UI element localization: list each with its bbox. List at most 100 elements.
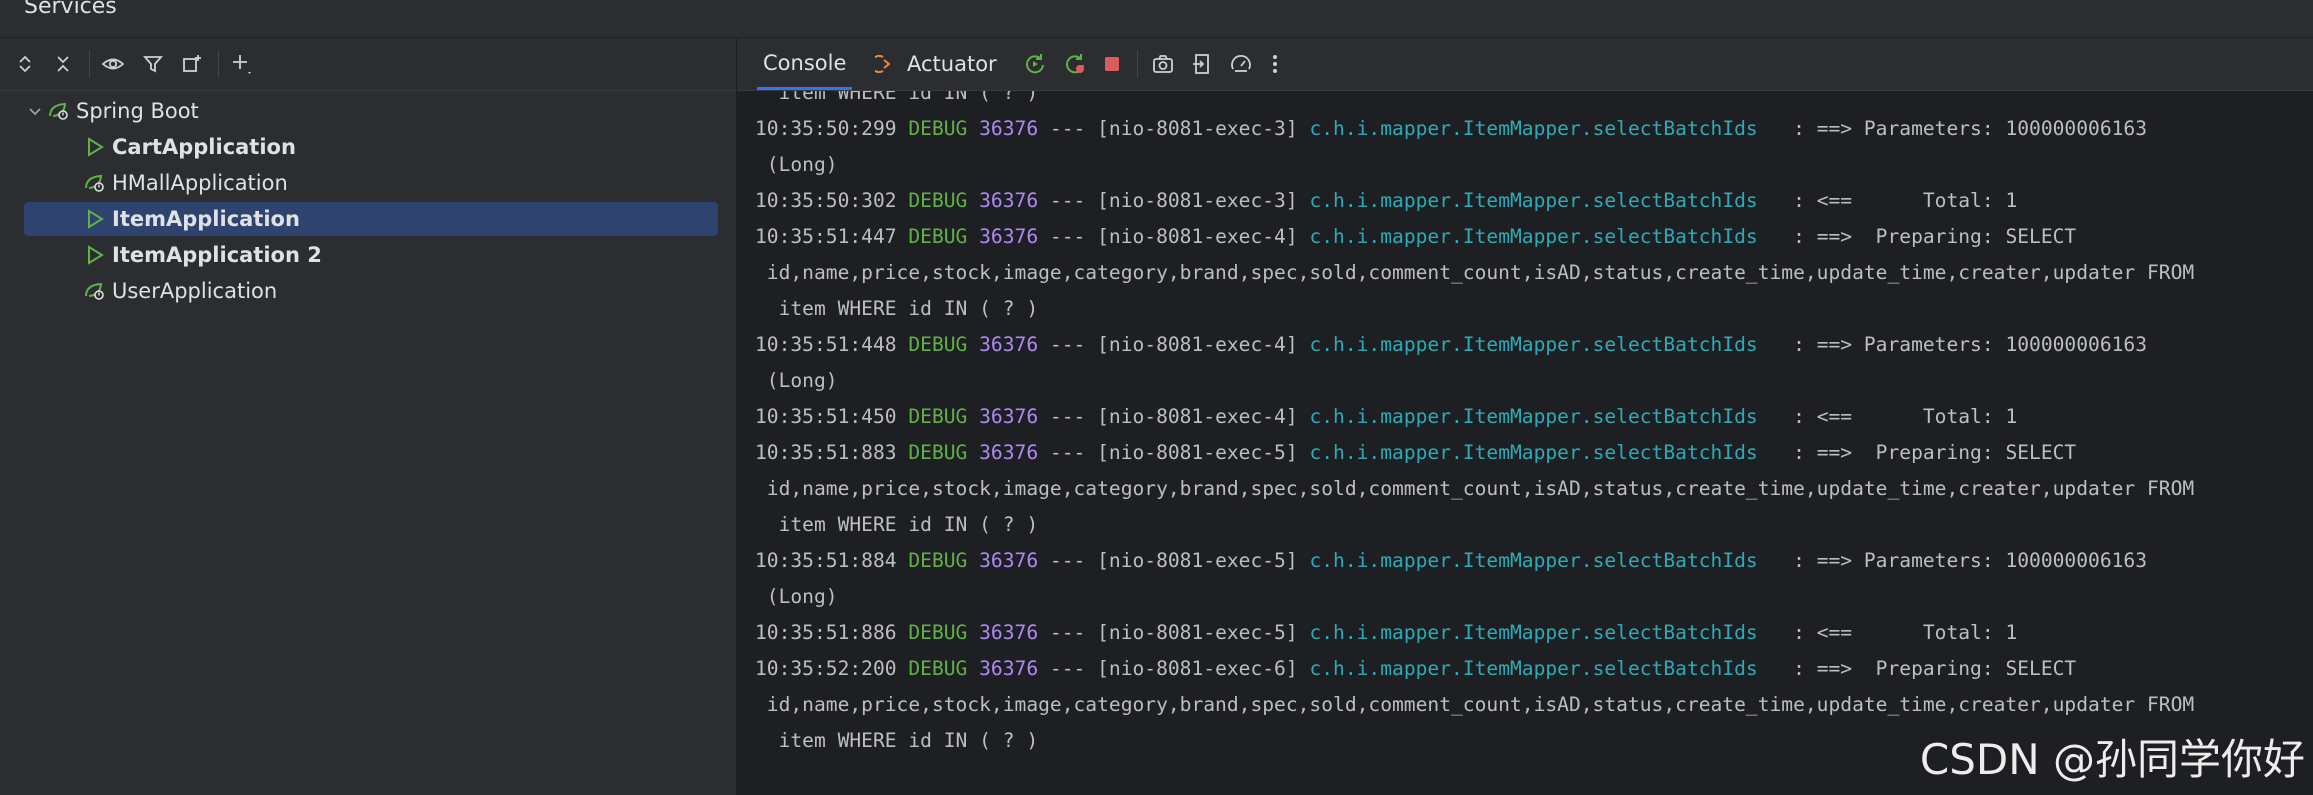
log-thread: --- [nio-8081-exec-5]: [1038, 549, 1310, 572]
console-text: item WHERE id IN ( ? ): [755, 297, 1039, 320]
log-level: DEBUG: [908, 117, 968, 140]
log-message: : ==> Parameters: 100000006163: [1757, 117, 2148, 140]
log-level: DEBUG: [908, 405, 968, 428]
new-group-icon[interactable]: [176, 48, 208, 80]
log-logger: c.h.i.mapper.ItemMapper.selectBatchIds: [1309, 621, 1758, 644]
console-line: item WHERE id IN ( ? ): [755, 91, 1039, 111]
log-level: DEBUG: [908, 657, 968, 680]
log-time: 10:35:51:886: [755, 621, 897, 644]
log-pid: 36376: [979, 405, 1039, 428]
log-logger: c.h.i.mapper.ItemMapper.selectBatchIds: [1309, 549, 1758, 572]
tab-label: Console: [763, 50, 847, 75]
log-thread: --- [nio-8081-exec-4]: [1038, 405, 1310, 428]
tree-node-hmall-application[interactable]: HMallApplication: [82, 166, 718, 200]
tab-console[interactable]: Console: [757, 38, 853, 90]
console-output[interactable]: item WHERE id IN ( ? ) 10:35:50:299 DEBUG…: [737, 91, 2313, 795]
add-icon[interactable]: [226, 48, 258, 80]
console-line: item WHERE id IN ( ? ): [755, 507, 1039, 543]
tree-node-label: ItemApplication 2: [112, 243, 322, 267]
log-logger: c.h.i.mapper.ItemMapper.selectBatchIds: [1309, 333, 1758, 356]
console-text: (Long): [755, 585, 838, 608]
console-line: 10:35:51:448 DEBUG 36376 --- [nio-8081-e…: [755, 327, 2147, 363]
log-time: 10:35:50:302: [755, 189, 897, 212]
console-text: item WHERE id IN ( ? ): [755, 513, 1039, 536]
tree-node-item-application[interactable]: ItemApplication: [24, 202, 718, 236]
tree-node-label: CartApplication: [112, 135, 296, 159]
log-pid: 36376: [979, 441, 1039, 464]
log-time: 10:35:50:299: [755, 117, 897, 140]
log-logger: c.h.i.mapper.ItemMapper.selectBatchIds: [1309, 405, 1758, 428]
log-logger: c.h.i.mapper.ItemMapper.selectBatchIds: [1309, 657, 1758, 680]
log-time: 10:35:51:450: [755, 405, 897, 428]
console-text: id,name,price,stock,image,category,brand…: [755, 477, 2195, 500]
log-level: DEBUG: [908, 225, 968, 248]
chevron-down-icon[interactable]: [24, 102, 46, 121]
stop-icon[interactable]: [1096, 48, 1128, 80]
console-text: (Long): [755, 369, 838, 392]
tree-node-item-application-2[interactable]: ItemApplication 2: [82, 238, 718, 272]
log-time: 10:35:51:884: [755, 549, 897, 572]
tool-window-header: Services: [0, 0, 2313, 38]
toolbar-separator: [1137, 50, 1138, 78]
filter-icon[interactable]: [137, 48, 169, 80]
tree-node-label: ItemApplication: [112, 207, 300, 231]
console-line: 10:35:51:447 DEBUG 36376 --- [nio-8081-e…: [755, 219, 2076, 255]
log-level: DEBUG: [908, 189, 968, 212]
log-pid: 36376: [979, 549, 1039, 572]
tree-node-label: HMallApplication: [112, 171, 288, 195]
log-logger: c.h.i.mapper.ItemMapper.selectBatchIds: [1309, 441, 1758, 464]
tab-label: Actuator: [907, 52, 997, 76]
rerun-failed-icon[interactable]: [1059, 48, 1091, 80]
log-time: 10:35:51:447: [755, 225, 897, 248]
log-time: 10:35:52:200: [755, 657, 897, 680]
console-line: id,name,price,stock,image,category,brand…: [755, 255, 2194, 291]
dashboard-icon[interactable]: [1225, 48, 1257, 80]
tree-node-cart-application[interactable]: CartApplication: [82, 130, 718, 164]
log-level: DEBUG: [908, 441, 968, 464]
toolbar-separator: [89, 50, 90, 78]
log-thread: --- [nio-8081-exec-3]: [1038, 117, 1310, 140]
log-time: 10:35:51:883: [755, 441, 897, 464]
log-pid: 36376: [979, 189, 1039, 212]
tree-node-user-application[interactable]: UserApplication: [82, 274, 718, 308]
log-logger: c.h.i.mapper.ItemMapper.selectBatchIds: [1309, 189, 1758, 212]
more-icon[interactable]: [1259, 48, 1291, 80]
log-pid: 36376: [979, 117, 1039, 140]
log-logger: c.h.i.mapper.ItemMapper.selectBatchIds: [1309, 225, 1758, 248]
log-message: : ==> Parameters: 100000006163: [1757, 333, 2148, 356]
run-icon: [82, 134, 108, 160]
console-line: 10:35:50:299 DEBUG 36376 --- [nio-8081-e…: [755, 111, 2147, 147]
console-line: 10:35:52:200 DEBUG 36376 --- [nio-8081-e…: [755, 651, 2076, 687]
log-message: : ==> Parameters: 100000006163: [1757, 549, 2148, 572]
console-line: item WHERE id IN ( ? ): [755, 291, 1039, 327]
log-message: : ==> Preparing: SELECT: [1757, 657, 2077, 680]
camera-icon[interactable]: [1147, 48, 1179, 80]
tab-actuator[interactable]: Actuator: [875, 38, 997, 90]
run-output-panel: Console Actuator item WHERE id IN (?) …: [737, 38, 2313, 795]
log-message: : ==> Preparing: SELECT: [1757, 225, 2077, 248]
log-thread: --- [nio-8081-exec-5]: [1038, 441, 1310, 464]
console-text: id,name,price,stock,image,category,brand…: [755, 261, 2195, 284]
console-line: (Long): [755, 363, 838, 399]
eye-icon[interactable]: [97, 48, 129, 80]
console-line: item WHERE id IN ( ? ): [755, 723, 1039, 759]
services-toolbar: [0, 38, 736, 91]
expand-all-icon[interactable]: [9, 48, 41, 80]
console-text: item WHERE id IN ( ? ): [755, 729, 1039, 752]
log-level: DEBUG: [908, 549, 968, 572]
log-message: : ==> Preparing: SELECT: [1757, 441, 2077, 464]
rerun-icon[interactable]: [1019, 48, 1051, 80]
console-text: item WHERE id IN ( ? ): [755, 91, 1039, 104]
export-icon[interactable]: [1186, 48, 1218, 80]
spring-boot-icon: [82, 170, 108, 196]
collapse-all-icon[interactable]: [47, 48, 79, 80]
tree-node-spring-boot[interactable]: Spring Boot: [24, 94, 718, 128]
console-line: 10:35:50:302 DEBUG 36376 --- [nio-8081-e…: [755, 183, 2017, 219]
log-thread: --- [nio-8081-exec-4]: [1038, 333, 1310, 356]
actuator-icon: [875, 53, 899, 75]
console-text: (Long): [755, 153, 838, 176]
log-level: DEBUG: [908, 621, 968, 644]
console-line: 10:35:51:886 DEBUG 36376 --- [nio-8081-e…: [755, 615, 2017, 651]
toolbar-separator: [218, 50, 219, 78]
log-message: : <== Total: 1: [1757, 621, 2018, 644]
